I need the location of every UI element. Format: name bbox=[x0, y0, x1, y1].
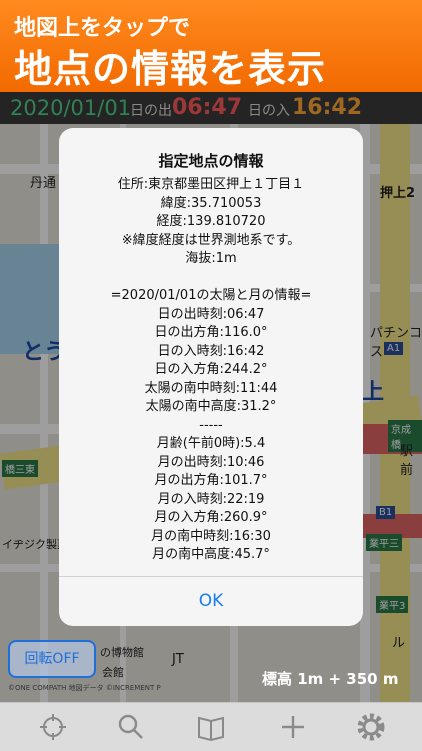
info-line: 月の南中時刻:16:30 bbox=[151, 528, 271, 544]
info-line: 月の出時刻:10:46 bbox=[157, 454, 265, 470]
info-line: 日の入時刻:16:42 bbox=[157, 343, 265, 359]
info-line: 月の南中高度:45.7° bbox=[152, 547, 270, 562]
info-line: 太陽の南中時刻:11:44 bbox=[144, 380, 278, 396]
gear-icon[interactable] bbox=[356, 712, 386, 742]
info-line: 月齢(午前0時):5.4 bbox=[156, 436, 266, 451]
info-line: ※緯度経度は世界測地系です。 bbox=[121, 232, 301, 248]
info-line bbox=[59, 269, 363, 288]
info-line: 緯度:35.710053 bbox=[160, 195, 262, 211]
info-line: 月の入方角:260.9° bbox=[154, 510, 268, 525]
dialog-body: 住所:東京都墨田区押上１丁目１ 緯度:35.710053 経度:139.8107… bbox=[59, 176, 363, 565]
info-line: 太陽の南中高度:31.2° bbox=[145, 399, 277, 414]
dialog-title: 指定地点の情報 bbox=[158, 152, 264, 170]
promo-banner: 地図上をタップで 地点の情報を表示 bbox=[0, 0, 422, 92]
map-copyright: ©ONE COMPATH 地図データ ©INCREMENT P bbox=[8, 684, 161, 692]
info-line: =2020/01/01の太陽と月の情報= bbox=[110, 288, 312, 303]
search-icon[interactable] bbox=[116, 712, 146, 742]
info-line: 月の出方角:101.7° bbox=[154, 473, 268, 488]
crosshair-icon[interactable] bbox=[38, 712, 68, 742]
info-line: 住所:東京都墨田区押上１丁目１ bbox=[117, 177, 305, 192]
bottom-toolbar bbox=[0, 702, 422, 751]
banner-title: 地点の情報を表示 bbox=[14, 47, 327, 91]
plus-icon[interactable] bbox=[278, 712, 308, 742]
info-line: ----- bbox=[199, 417, 223, 433]
book-icon[interactable] bbox=[196, 712, 226, 742]
elevation-readout: 標高 1m + 350 m bbox=[262, 670, 399, 688]
info-line: 経度:139.810720 bbox=[156, 214, 266, 229]
ok-button[interactable]: OK bbox=[59, 577, 363, 626]
info-line: 海抜:1m bbox=[185, 251, 237, 266]
location-info-dialog: 指定地点の情報 住所:東京都墨田区押上１丁目１ 緯度:35.710053 経度:… bbox=[59, 128, 363, 626]
info-line: 日の出時刻:06:47 bbox=[157, 306, 265, 322]
info-line: 日の入方角:244.2° bbox=[154, 362, 268, 377]
info-line: 月の入時刻:22:19 bbox=[157, 491, 265, 507]
info-line: 日の出方角:116.0° bbox=[154, 325, 268, 340]
rotation-toggle-button[interactable]: 回転OFF bbox=[8, 640, 96, 678]
